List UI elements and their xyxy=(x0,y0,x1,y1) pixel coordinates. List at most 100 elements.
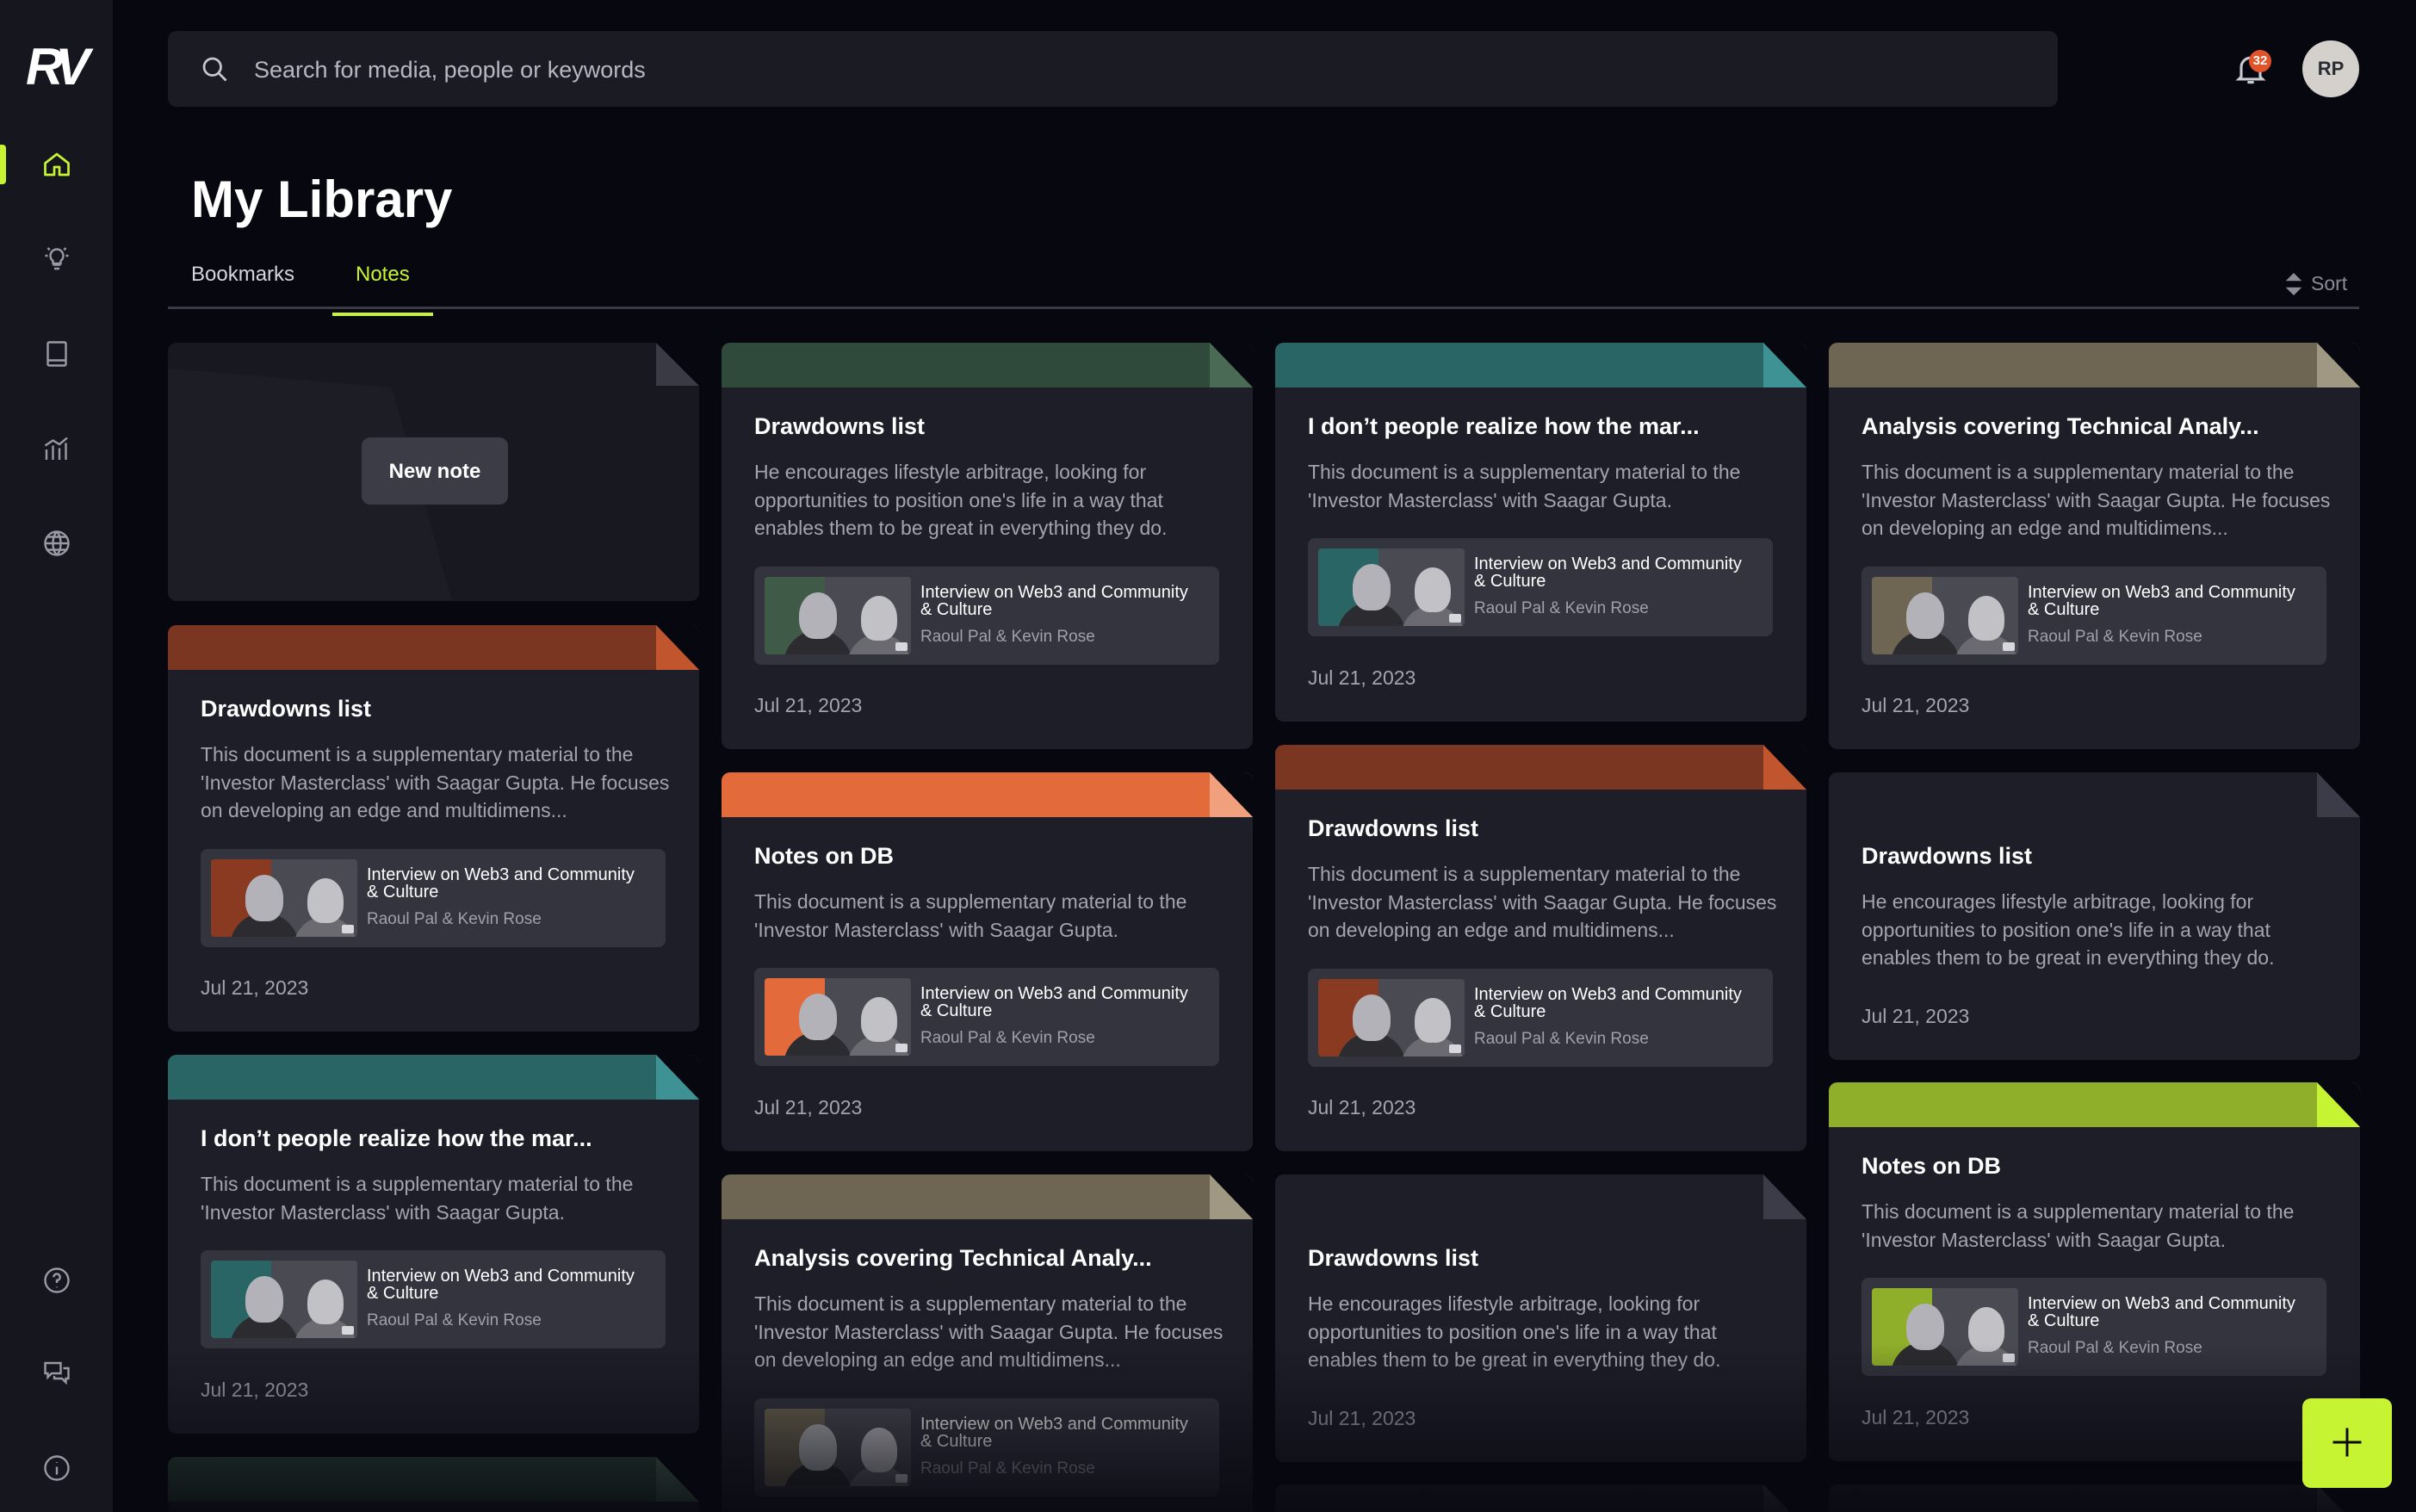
video-icon xyxy=(2003,1354,2015,1362)
card-date: Jul 21, 2023 xyxy=(1308,1407,1416,1429)
card-fold xyxy=(1763,343,1806,387)
card-text: This document is a supplementary materia… xyxy=(1308,461,1741,511)
note-card[interactable]: I don’t people realize how the mar... Th… xyxy=(168,1055,699,1434)
sidebar-item-ideas[interactable] xyxy=(0,220,113,297)
card-title: I don’t people realize how the mar... xyxy=(1308,413,1700,439)
clip-author: Raoul Pal & Kevin Rose xyxy=(2028,628,2202,646)
help-icon xyxy=(43,1267,70,1293)
note-card[interactable]: Notes on DB This document is a supplemen… xyxy=(1829,1082,2360,1461)
card-color-strip xyxy=(168,625,699,670)
media-thumbnail xyxy=(1872,577,2018,654)
sidebar-item-help[interactable] xyxy=(0,1242,113,1319)
clip-title: Interview on Web3 and Community & Cultur… xyxy=(1474,555,1742,591)
clip-author: Raoul Pal & Kevin Rose xyxy=(367,1311,542,1329)
note-card[interactable] xyxy=(168,1457,699,1512)
media-clip[interactable]: Interview on Web3 and Community & Cultur… xyxy=(1308,969,1773,1067)
note-card[interactable]: Drawdowns list This document is a supple… xyxy=(1275,745,1806,1151)
media-clip[interactable]: Interview on Web3 and Community & Cultur… xyxy=(1862,567,2326,665)
notification-badge: 32 xyxy=(2249,50,2271,72)
media-clip[interactable]: Interview on Web3 and Community & Cultur… xyxy=(1308,538,1773,636)
clip-author: Raoul Pal & Kevin Rose xyxy=(1474,599,1649,617)
card-fold xyxy=(2317,343,2360,387)
media-clip[interactable]: Interview on Web3 and Community & Cultur… xyxy=(754,1398,1219,1497)
card-color-strip xyxy=(1829,343,2360,387)
card-color-strip xyxy=(168,1457,699,1502)
card-fold xyxy=(1763,1174,1806,1219)
card-color-strip xyxy=(722,772,1253,817)
tab-bookmarks[interactable]: Bookmarks xyxy=(168,258,318,310)
sidebar: RV xyxy=(0,0,113,1512)
new-note-button[interactable]: New note xyxy=(362,437,508,505)
video-icon xyxy=(342,925,354,933)
card-title: Drawdowns list xyxy=(1308,1245,1479,1271)
card-fold xyxy=(2317,1082,2360,1127)
card-title: Notes on DB xyxy=(1862,1153,2001,1179)
clip-title: Interview on Web3 and Community & Cultur… xyxy=(2028,1294,2295,1330)
card-text: He encourages lifestyle arbitrage, looki… xyxy=(754,461,1168,539)
card-color-strip xyxy=(1829,1484,2360,1512)
lightbulb-icon xyxy=(45,247,68,270)
card-fold xyxy=(1210,1174,1253,1219)
media-clip[interactable]: Interview on Web3 and Community & Cultur… xyxy=(754,567,1219,665)
card-date: Jul 21, 2023 xyxy=(1308,1096,1416,1119)
note-card[interactable]: Drawdowns list He encourages lifestyle a… xyxy=(1275,1174,1806,1462)
media-clip[interactable]: Interview on Web3 and Community & Cultur… xyxy=(754,968,1219,1066)
sidebar-item-info[interactable] xyxy=(0,1429,113,1507)
card-text: This document is a supplementary materia… xyxy=(754,1292,1223,1371)
clip-title: Interview on Web3 and Community & Cultur… xyxy=(920,1415,1188,1451)
clip-author: Raoul Pal & Kevin Rose xyxy=(920,1029,1095,1047)
video-icon xyxy=(342,1326,354,1335)
card-title: Drawdowns list xyxy=(754,413,926,439)
sidebar-item-explore[interactable] xyxy=(0,505,113,582)
note-card[interactable] xyxy=(1275,1484,1806,1512)
library-tabs: Bookmarks Notes xyxy=(168,250,2359,316)
chat-icon xyxy=(43,1361,70,1385)
card-color-strip xyxy=(1275,1174,1806,1219)
note-card[interactable]: Analysis covering Technical Analy... Thi… xyxy=(722,1174,1253,1512)
rv-logo[interactable]: RV xyxy=(26,41,90,93)
sidebar-item-feedback[interactable] xyxy=(0,1335,113,1412)
video-icon xyxy=(895,1044,908,1052)
note-card[interactable]: Notes on DB This document is a supplemen… xyxy=(722,772,1253,1151)
card-color-strip xyxy=(168,1055,699,1100)
card-title: Analysis covering Technical Analy... xyxy=(1862,413,2259,439)
card-text: This document is a supplementary materia… xyxy=(201,743,670,821)
card-title: Notes on DB xyxy=(754,843,894,869)
media-thumbnail xyxy=(211,1261,357,1338)
page-title: My Library xyxy=(191,170,453,228)
card-fold xyxy=(1763,1484,1806,1512)
add-note-fab[interactable] xyxy=(2302,1398,2392,1488)
sidebar-item-home[interactable] xyxy=(0,126,113,203)
sidebar-item-analytics[interactable] xyxy=(0,411,113,488)
plus-icon xyxy=(2332,1428,2362,1456)
card-date: Jul 21, 2023 xyxy=(754,694,863,716)
clip-author: Raoul Pal & Kevin Rose xyxy=(367,910,542,928)
note-card[interactable]: Drawdowns list This document is a supple… xyxy=(168,625,699,1032)
note-card[interactable]: Drawdowns list He encourages lifestyle a… xyxy=(722,343,1253,749)
search-bar xyxy=(168,31,2058,108)
media-clip[interactable]: Interview on Web3 and Community & Cultur… xyxy=(201,849,666,947)
book-icon xyxy=(46,341,67,367)
card-title: Drawdowns list xyxy=(1308,815,1479,841)
card-text: This document is a supplementary materia… xyxy=(1862,461,2331,539)
search-input[interactable] xyxy=(252,31,1978,108)
avatar[interactable]: RP xyxy=(2302,40,2359,97)
tab-notes[interactable]: Notes xyxy=(332,258,433,316)
clip-author: Raoul Pal & Kevin Rose xyxy=(1474,1030,1649,1048)
info-icon xyxy=(43,1455,70,1481)
note-card[interactable]: Analysis covering Technical Analy... Thi… xyxy=(1829,343,2360,749)
media-clip[interactable]: Interview on Web3 and Community & Cultur… xyxy=(1862,1278,2326,1376)
media-thumbnail xyxy=(1318,979,1465,1057)
media-clip[interactable]: Interview on Web3 and Community & Cultur… xyxy=(201,1250,666,1348)
note-card[interactable]: Drawdowns list He encourages lifestyle a… xyxy=(1829,772,2360,1060)
sort-button[interactable]: Sort xyxy=(2285,272,2347,295)
sidebar-item-library[interactable] xyxy=(0,315,113,393)
note-card[interactable]: I don’t people realize how the mar... Th… xyxy=(1275,343,1806,722)
card-color-strip xyxy=(1829,772,2360,817)
note-card[interactable] xyxy=(1829,1484,2360,1512)
card-color-strip xyxy=(722,343,1253,387)
card-title: Drawdowns list xyxy=(1862,843,2033,869)
card-date: Jul 21, 2023 xyxy=(1862,694,1970,716)
card-color-strip xyxy=(722,1174,1253,1219)
clip-title: Interview on Web3 and Community & Cultur… xyxy=(367,865,635,902)
